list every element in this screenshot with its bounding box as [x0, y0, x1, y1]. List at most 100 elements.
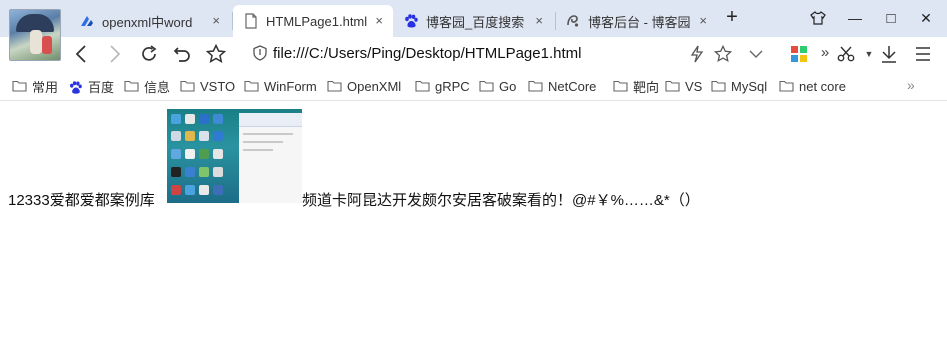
tab-strip: openxml中word × HTMLPage1.html × 博客园_百度搜索…	[0, 0, 947, 61]
desktop-app-icon	[213, 167, 223, 177]
caret-down-icon[interactable]: ▼	[858, 43, 880, 65]
tab-label: 博客园_百度搜索	[426, 14, 525, 30]
word-window-thumbnail	[239, 113, 302, 203]
desktop-app-icon	[185, 167, 195, 177]
undo-icon	[173, 47, 190, 62]
folder-icon	[711, 80, 726, 92]
reload-icon	[142, 45, 157, 61]
folder-icon	[327, 80, 342, 92]
maximize-button[interactable]: □	[880, 8, 902, 28]
new-tab-button[interactable]: +	[721, 6, 743, 28]
site-info-shield-icon[interactable]	[253, 45, 269, 62]
apps-grid-icon[interactable]	[788, 43, 810, 65]
bookmark-item[interactable]: Go	[479, 78, 516, 94]
desktop-screenshot-image	[167, 109, 302, 203]
minimize-button[interactable]: —	[844, 8, 866, 28]
baidu-paw-icon	[403, 13, 419, 29]
desktop-app-icon	[199, 167, 209, 177]
bookmark-item[interactable]: net core	[779, 78, 846, 94]
page-text-before: 12333爱都爱都案例库	[8, 192, 155, 209]
bookmark-item[interactable]: WinForm	[244, 78, 317, 94]
folder-icon	[124, 80, 139, 92]
bookmark-label: 常用	[32, 79, 59, 95]
scissors-icon[interactable]	[835, 43, 857, 65]
bookmark-star-icon[interactable]	[712, 43, 734, 65]
desktop-app-icon	[185, 131, 195, 141]
bookmark-label: gRPC	[435, 78, 470, 94]
bookmark-item[interactable]: OpenXMl	[327, 78, 401, 94]
word-ribbon-shape	[239, 113, 302, 127]
desktop-app-icon	[171, 167, 181, 177]
menu-icon[interactable]	[912, 43, 934, 65]
folder-icon	[415, 80, 430, 92]
bookmark-label: 百度	[88, 79, 115, 95]
forward-button[interactable]	[102, 41, 128, 67]
shirt-icon	[810, 11, 826, 25]
back-arrow-icon	[75, 45, 86, 63]
bookmark-item[interactable]: MySql	[711, 78, 767, 94]
close-icon[interactable]: ×	[212, 14, 220, 28]
folder-icon	[180, 80, 195, 92]
desktop-app-icon	[213, 131, 223, 141]
bookmark-item[interactable]: VSTO	[180, 78, 235, 94]
openxml-favicon-icon	[79, 13, 95, 29]
cnblogs-icon	[565, 13, 581, 29]
bookmark-label: net core	[799, 78, 846, 94]
close-icon[interactable]: ×	[375, 14, 383, 28]
close-icon[interactable]: ×	[699, 14, 707, 28]
more-extensions-icon[interactable]: »	[814, 41, 836, 63]
tab-htmlpage1[interactable]: HTMLPage1.html ×	[233, 5, 393, 37]
desktop-app-icon	[199, 149, 209, 159]
download-icon[interactable]	[878, 43, 900, 65]
bookmarks-overflow-button[interactable]: »	[907, 77, 915, 93]
desktop-app-icon	[171, 185, 181, 195]
bookmark-label: NetCore	[548, 78, 597, 94]
document-line-shape	[243, 133, 293, 135]
close-window-button[interactable]: ✕	[915, 8, 937, 28]
desktop-app-icon	[171, 114, 181, 124]
close-icon[interactable]: ×	[535, 14, 543, 28]
toolbar: file:///C:/Users/Ping/Desktop/HTMLPage1.…	[0, 37, 947, 71]
bookmark-item[interactable]: NetCore	[528, 78, 596, 94]
tab-cnblogs-admin[interactable]: 博客后台 - 博客园 ×	[558, 5, 713, 37]
favorite-button[interactable]	[203, 41, 229, 67]
bookmark-item[interactable]: 常用	[12, 78, 59, 95]
folder-icon	[665, 80, 680, 92]
folder-icon	[479, 80, 494, 92]
folder-icon	[12, 80, 27, 92]
tab-label: openxml中word	[102, 14, 193, 30]
baidu-paw-icon	[68, 80, 83, 94]
tab-separator	[555, 12, 556, 30]
tab-openxml[interactable]: openxml中word ×	[70, 5, 230, 37]
bookmark-item[interactable]: 靶向	[613, 78, 660, 95]
skin-shirt-button[interactable]	[807, 8, 829, 28]
desktop-app-icon	[185, 149, 195, 159]
tab-label: 博客后台 - 博客园	[588, 14, 691, 30]
desktop-app-icon	[185, 185, 195, 195]
reload-button[interactable]	[136, 41, 162, 67]
folder-icon	[244, 80, 259, 92]
desktop-app-icon	[171, 149, 181, 159]
bookmark-item[interactable]: 信息	[124, 78, 171, 95]
undo-close-button[interactable]	[169, 41, 195, 67]
address-url[interactable]: file:///C:/Users/Ping/Desktop/HTMLPage1.…	[273, 45, 581, 62]
bookmark-label: 靶向	[633, 79, 660, 95]
forward-arrow-icon	[110, 45, 121, 63]
chevron-down-icon[interactable]	[745, 43, 767, 65]
avatar-figure-shape	[42, 36, 52, 54]
lightning-icon[interactable]	[686, 43, 708, 65]
back-button[interactable]	[68, 41, 94, 67]
bookmark-item[interactable]: 百度	[68, 78, 115, 95]
user-avatar[interactable]	[9, 9, 61, 61]
bookmark-label: 信息	[144, 79, 171, 95]
avatar-figure-shape	[30, 30, 42, 54]
tab-baidu-search[interactable]: 博客园_百度搜索 ×	[396, 5, 551, 37]
bookmark-item[interactable]: gRPC	[415, 78, 470, 94]
desktop-app-icon	[199, 185, 209, 195]
desktop-app-icon	[213, 149, 223, 159]
folder-icon	[528, 80, 543, 92]
page-text-after: 频道卡阿昆达开发颇尔安居客破案看的！@#￥%……&*（）	[302, 192, 700, 209]
desktop-app-icon	[213, 185, 223, 195]
bookmark-item[interactable]: VS	[665, 78, 702, 94]
desktop-app-icon	[171, 131, 181, 141]
